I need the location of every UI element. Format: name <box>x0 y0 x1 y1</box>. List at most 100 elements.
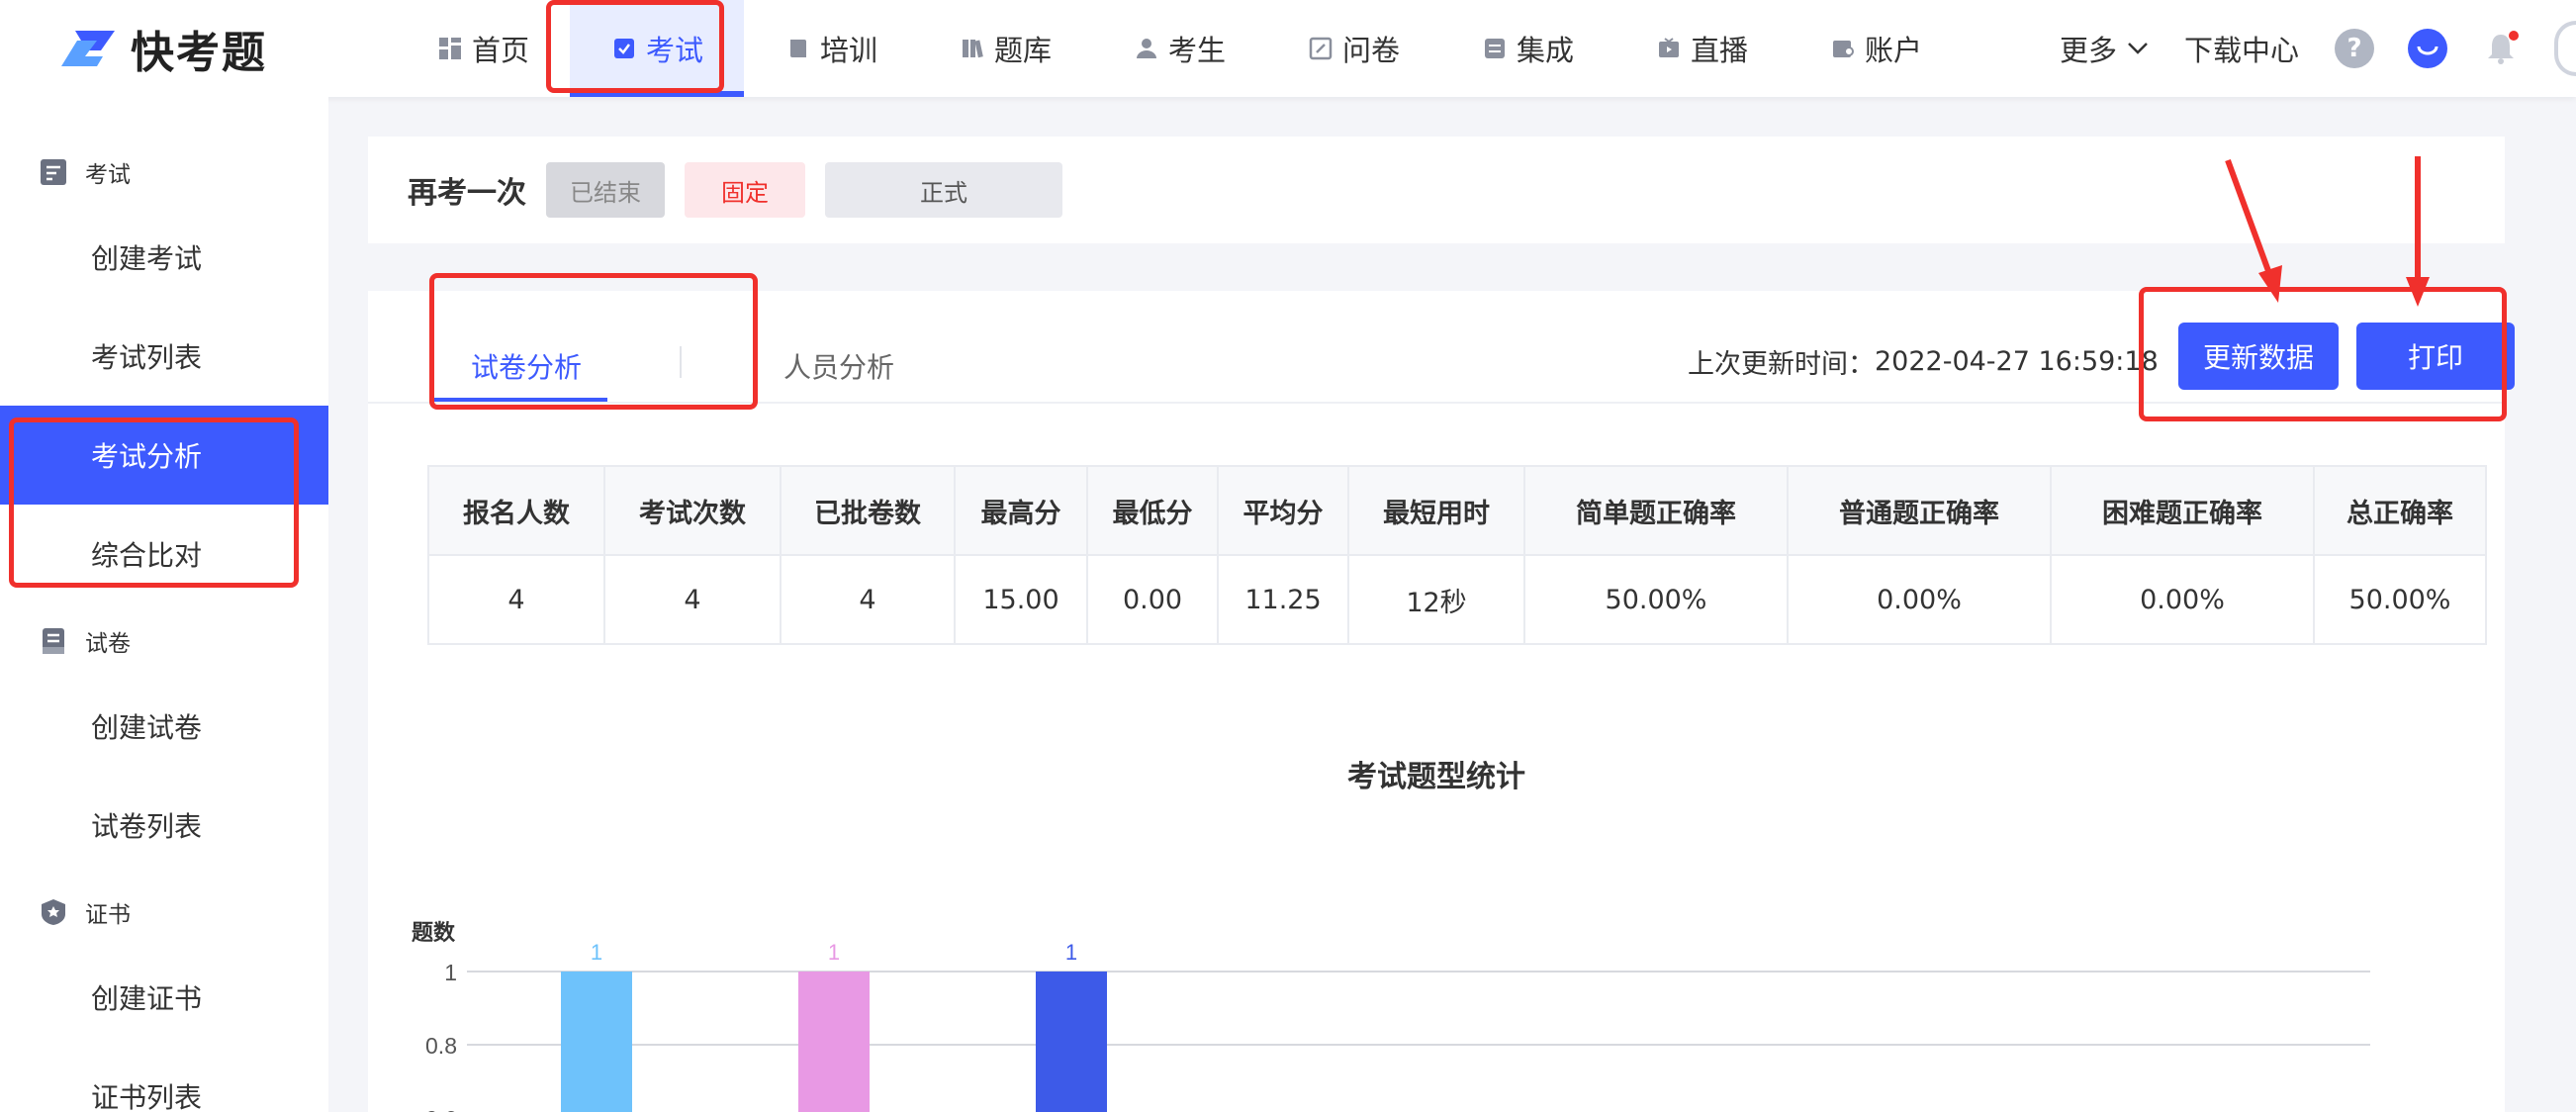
sidebar-group-certificate: 证书 <box>0 882 328 942</box>
bar <box>1036 972 1107 1112</box>
table-header: 已批卷数 <box>780 465 956 556</box>
table-cell: 11.25 <box>1217 554 1349 645</box>
question-type-chart: 1 0.8 0.6 题数 1 1 1 <box>412 920 2370 1112</box>
y-tick-label: 1 <box>444 960 457 985</box>
app-name: 快考题 <box>131 28 267 78</box>
table-cell: 15.00 <box>954 554 1088 645</box>
sidebar-group-label: 证书 <box>85 902 131 928</box>
grid-icon <box>436 35 464 62</box>
sidebar-item-paper-list[interactable]: 试卷列表 <box>0 776 328 875</box>
table-header: 最短用时 <box>1347 465 1525 556</box>
table-header: 困难题正确率 <box>2050 465 2315 556</box>
book-icon <box>784 35 812 62</box>
stats-table: 报名人数 考试次数 已批卷数 最高分 最低分 平均分 最短用时 简单题正确率 普… <box>427 465 2487 645</box>
y-axis-label: 题数 <box>412 920 456 945</box>
help-icon[interactable]: ? <box>2335 29 2374 68</box>
status-badge-fixed: 固定 <box>685 162 805 218</box>
highlight-box-buttons <box>2139 287 2507 421</box>
library-icon <box>959 35 986 62</box>
status-badge-ended: 已结束 <box>546 162 665 218</box>
live-icon <box>1655 35 1683 62</box>
nav-examinees[interactable]: 考生 <box>1092 0 1266 97</box>
nav-account-label: 账户 <box>1864 34 1922 67</box>
exam-icon <box>41 159 66 185</box>
table-header: 考试次数 <box>603 465 782 556</box>
table-header: 最低分 <box>1086 465 1219 556</box>
chart-title: 考试题型统计 <box>1347 760 1525 794</box>
user-icon <box>1133 35 1160 62</box>
exam-header: 再考一次 已结束 固定 正式 <box>368 137 2505 243</box>
table-cell: 4 <box>427 554 605 645</box>
exam-title: 再考一次 <box>408 176 526 211</box>
sidebar: 考试 创建考试 考试列表 考试分析 综合比对 试卷 创建试卷 试卷列表 证书 创… <box>0 97 328 1112</box>
sidebar-item-create-certificate[interactable]: 创建证书 <box>0 948 328 1047</box>
table-cell: 50.00% <box>1523 554 1789 645</box>
tab-person-analysis[interactable]: 人员分析 <box>783 330 894 402</box>
table-cell: 4 <box>780 554 956 645</box>
nav-home-label: 首页 <box>471 34 529 67</box>
sidebar-group-paper: 试卷 <box>0 611 328 671</box>
sidebar-group-label: 考试 <box>85 162 131 188</box>
table-cell: 0.00% <box>1787 554 2052 645</box>
top-right-tools: 更多 下载中心 ? <box>2060 0 2576 97</box>
highlight-box-nav <box>546 0 724 93</box>
notification-bell-icon[interactable] <box>2481 29 2521 68</box>
bar-data-label: 1 <box>828 940 840 965</box>
sidebar-group-label: 试卷 <box>85 631 131 657</box>
account-icon <box>1829 35 1857 62</box>
download-center-link[interactable]: 下载中心 <box>2184 28 2299 69</box>
table-header: 最高分 <box>954 465 1088 556</box>
nav-survey[interactable]: 问卷 <box>1266 0 1440 97</box>
avatar[interactable] <box>2554 21 2576 76</box>
nav-examinees-label: 考生 <box>1167 34 1226 67</box>
nav-integration-label: 集成 <box>1516 34 1574 67</box>
logo[interactable]: 快考题 <box>57 14 267 83</box>
table-cell: 12秒 <box>1347 554 1525 645</box>
sidebar-item-create-exam[interactable]: 创建考试 <box>0 208 328 307</box>
last-updated-label: 上次更新时间： <box>1688 348 1875 380</box>
bar-data-label: 1 <box>1065 940 1077 965</box>
chevron-down-icon <box>2128 43 2148 54</box>
table-header: 总正确率 <box>2313 465 2487 556</box>
y-tick-label: 0.8 <box>425 1033 457 1059</box>
nav-training[interactable]: 培训 <box>744 0 918 97</box>
nav-survey-label: 问卷 <box>1341 34 1400 67</box>
y-tick-label: 0.6 <box>425 1106 457 1112</box>
table-header: 报名人数 <box>427 465 605 556</box>
nav-account[interactable]: 账户 <box>1789 0 1963 97</box>
bar <box>561 972 632 1112</box>
nav-question-bank-label: 题库 <box>993 34 1052 67</box>
table-header: 普通题正确率 <box>1787 465 2052 556</box>
highlight-box-sidebar <box>9 417 299 588</box>
more-label: 更多 <box>2059 34 2117 67</box>
top-navbar: 快考题 首页 考试 培训 题库 考生 问卷 集成 直播 账户 更多 下载中心 ? <box>0 0 2576 97</box>
nav-question-bank[interactable]: 题库 <box>918 0 1092 97</box>
table-header: 简单题正确率 <box>1523 465 1789 556</box>
nav-integration[interactable]: 集成 <box>1440 0 1614 97</box>
sidebar-item-exam-list[interactable]: 考试列表 <box>0 307 328 406</box>
table-row: 4 4 4 15.00 0.00 11.25 12秒 50.00% 0.00% … <box>427 554 2487 645</box>
last-updated: 上次更新时间： 2022-04-27 16:59:18 <box>1688 336 2159 386</box>
chat-icon[interactable] <box>2408 29 2447 68</box>
sidebar-group-exam: 考试 <box>0 142 328 202</box>
table-cell: 4 <box>603 554 782 645</box>
sidebar-item-create-paper[interactable]: 创建试卷 <box>0 677 328 776</box>
nav-live[interactable]: 直播 <box>1614 0 1789 97</box>
last-updated-time: 2022-04-27 16:59:18 <box>1875 345 2159 377</box>
notification-dot <box>2509 31 2519 41</box>
analysis-panel: 试卷分析 人员分析 上次更新时间： 2022-04-27 16:59:18 更新… <box>368 273 2515 1112</box>
paper-icon <box>43 628 64 654</box>
survey-icon <box>1307 35 1334 62</box>
certificate-icon <box>42 899 65 925</box>
highlight-box-tabs <box>429 273 758 410</box>
more-menu[interactable]: 更多 <box>2060 28 2149 69</box>
table-cell: 50.00% <box>2313 554 2487 645</box>
nav-training-label: 培训 <box>819 34 877 67</box>
logo-icon <box>61 31 115 66</box>
table-header: 平均分 <box>1217 465 1349 556</box>
integration-icon <box>1481 35 1509 62</box>
nav-home[interactable]: 首页 <box>396 0 570 97</box>
bar <box>798 972 870 1112</box>
sidebar-item-certificate-list[interactable]: 证书列表 <box>0 1047 328 1112</box>
table-cell: 0.00% <box>2050 554 2315 645</box>
